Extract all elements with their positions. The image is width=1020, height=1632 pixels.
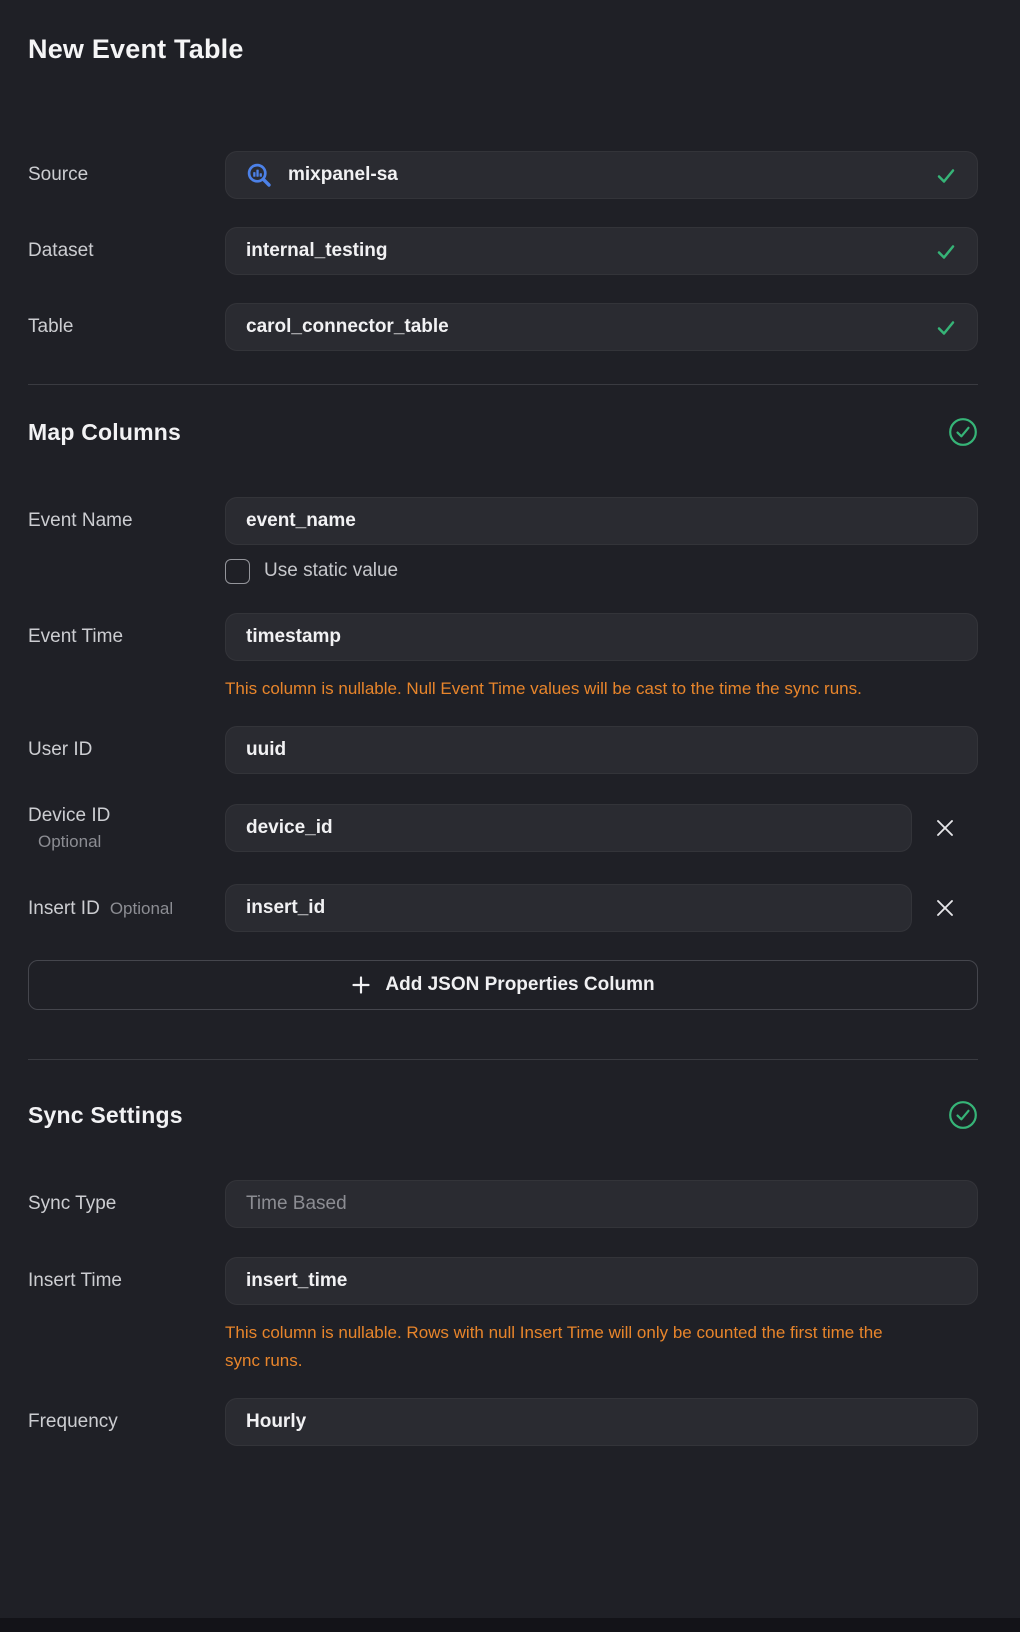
valid-check-icon: [935, 240, 957, 262]
event-time-value: timestamp: [246, 626, 957, 648]
event-time-nullable-warning: This column is nullable. Null Event Time…: [225, 675, 917, 703]
sync-settings-title: Sync Settings: [28, 1102, 183, 1129]
insert-time-value: insert_time: [246, 1270, 957, 1292]
insert-id-label-text: Insert ID: [28, 898, 100, 920]
event-name-value: event_name: [246, 510, 957, 532]
insert-id-select[interactable]: insert_id: [225, 884, 912, 932]
table-value: carol_connector_table: [246, 316, 923, 338]
use-static-value-label: Use static value: [264, 560, 398, 582]
form-row-insert-id: Insert ID Optional insert_id: [28, 884, 978, 932]
form-row-table: Table carol_connector_table: [28, 303, 978, 351]
add-json-properties-column-button[interactable]: Add JSON Properties Column: [28, 960, 978, 1010]
frequency-label: Frequency: [28, 1398, 225, 1446]
user-id-select[interactable]: uuid: [225, 726, 978, 774]
device-id-label-text: Device ID: [28, 805, 110, 827]
form-row-source: Source mixpanel-sa: [28, 151, 978, 199]
source-select[interactable]: mixpanel-sa: [225, 151, 978, 199]
table-label: Table: [28, 303, 225, 351]
section-complete-icon: [948, 1100, 978, 1130]
map-columns-title: Map Columns: [28, 419, 181, 446]
insert-id-optional-tag: Optional: [110, 899, 173, 919]
form-row-dataset: Dataset internal_testing: [28, 227, 978, 275]
sync-type-value: Time Based: [246, 1193, 957, 1215]
section-divider: [28, 384, 978, 385]
event-time-label: Event Time: [28, 613, 225, 661]
sync-settings-header: Sync Settings: [28, 1100, 978, 1130]
device-id-label: Device ID Optional: [28, 804, 225, 852]
frequency-value: Hourly: [246, 1411, 957, 1433]
dataset-label: Dataset: [28, 227, 225, 275]
new-event-table-panel: New Event Table Source mixpanel-sa Datas…: [0, 0, 1020, 1446]
valid-check-icon: [935, 316, 957, 338]
form-row-event-time: Event Time timestamp This column is null…: [28, 613, 978, 703]
dataset-value: internal_testing: [246, 240, 923, 262]
form-row-event-name: Event Name event_name: [28, 497, 978, 545]
event-name-label: Event Name: [28, 497, 225, 545]
user-id-label: User ID: [28, 726, 225, 774]
remove-insert-id-button[interactable]: [928, 891, 962, 925]
source-label: Source: [28, 151, 225, 199]
map-columns-header: Map Columns: [28, 417, 978, 447]
source-value: mixpanel-sa: [288, 164, 923, 186]
checkbox-icon: [225, 559, 250, 584]
device-id-select[interactable]: device_id: [225, 804, 912, 852]
section-divider: [28, 1059, 978, 1060]
insert-id-value: insert_id: [246, 897, 891, 919]
event-time-select[interactable]: timestamp: [225, 613, 978, 661]
form-row-insert-time: Insert Time insert_time This column is n…: [28, 1257, 978, 1375]
insert-time-label: Insert Time: [28, 1257, 225, 1305]
event-name-select[interactable]: event_name: [225, 497, 978, 545]
table-select[interactable]: carol_connector_table: [225, 303, 978, 351]
page-title: New Event Table: [28, 34, 978, 65]
user-id-value: uuid: [246, 739, 957, 761]
device-id-value: device_id: [246, 817, 891, 839]
add-json-button-label: Add JSON Properties Column: [385, 974, 654, 996]
insert-time-nullable-warning: This column is nullable. Rows with null …: [225, 1319, 917, 1375]
sync-type-label: Sync Type: [28, 1180, 225, 1228]
form-row-user-id: User ID uuid: [28, 726, 978, 774]
device-id-optional-tag: Optional: [38, 832, 101, 852]
section-complete-icon: [948, 417, 978, 447]
plus-icon: [351, 975, 371, 995]
bigquery-icon: [246, 162, 272, 188]
form-row-device-id: Device ID Optional device_id: [28, 804, 978, 852]
frequency-select[interactable]: Hourly: [225, 1398, 978, 1446]
insert-time-select[interactable]: insert_time: [225, 1257, 978, 1305]
sync-type-select: Time Based: [225, 1180, 978, 1228]
insert-id-label: Insert ID Optional: [28, 884, 225, 920]
panel-bottom-edge: [0, 1618, 1020, 1632]
valid-check-icon: [935, 164, 957, 186]
use-static-value-checkbox[interactable]: Use static value: [225, 557, 978, 585]
dataset-select[interactable]: internal_testing: [225, 227, 978, 275]
form-row-sync-type: Sync Type Time Based: [28, 1180, 978, 1228]
form-row-static-value: Use static value: [28, 557, 978, 585]
form-row-frequency: Frequency Hourly: [28, 1398, 978, 1446]
remove-device-id-button[interactable]: [928, 811, 962, 845]
